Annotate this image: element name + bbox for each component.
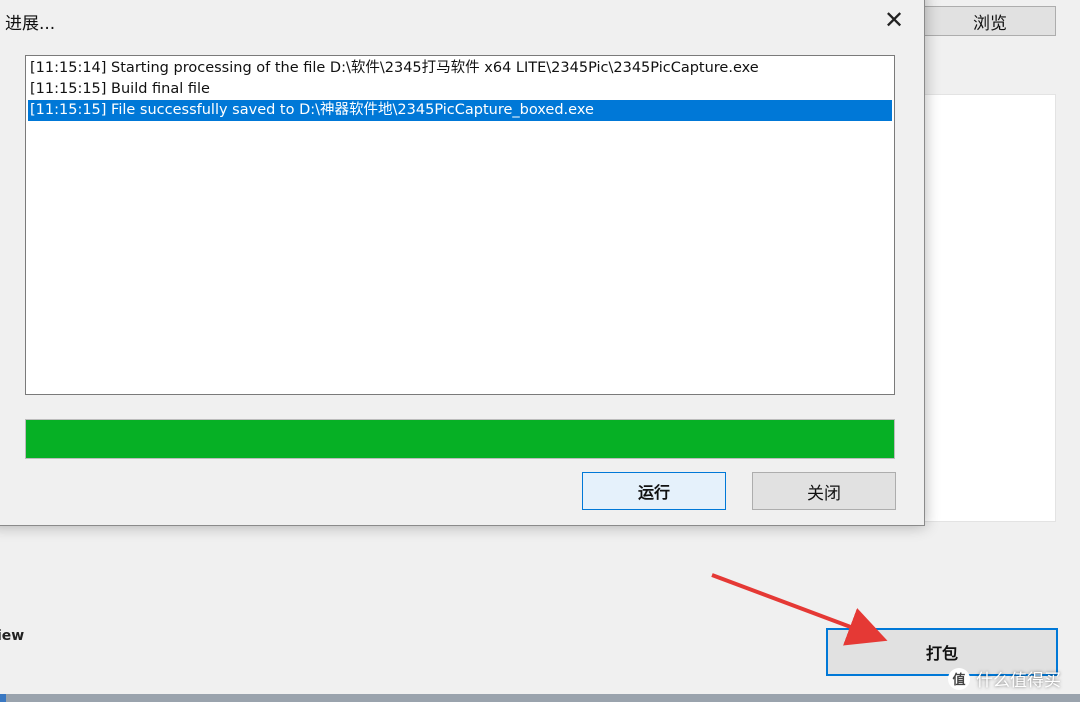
watermark-logo-icon: 值 [948,667,970,690]
watermark: 值 什么值得买 [948,666,1061,691]
watermark-text: 什么值得买 [976,671,1061,691]
taskbar [0,694,1080,702]
red-arrow-icon [711,573,888,646]
taskbar-accent [0,694,6,702]
